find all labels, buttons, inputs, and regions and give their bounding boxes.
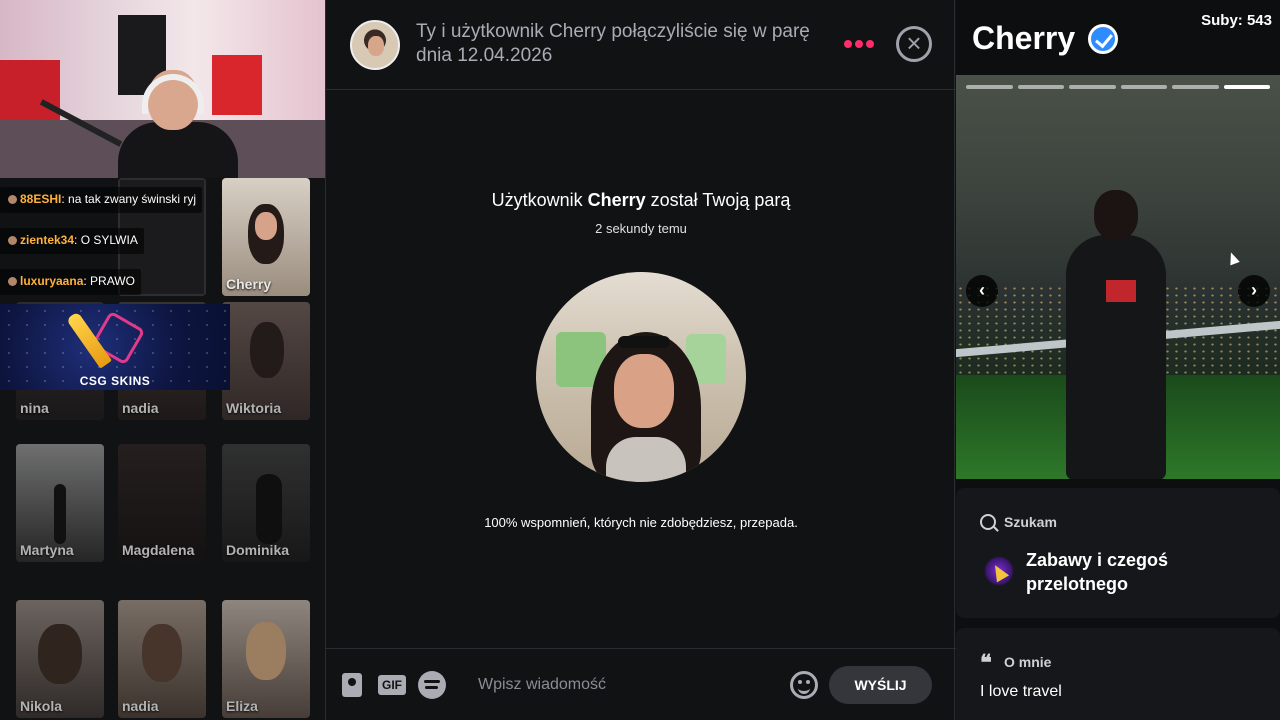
sponsor-banner: CSG SKINS	[0, 304, 230, 390]
profile-photo[interactable]	[956, 75, 1280, 479]
profile-name: nadia	[122, 400, 159, 416]
photo-progress-segment	[1223, 85, 1270, 89]
party-popper-icon	[984, 556, 1014, 586]
conversation-panel: Ty i użytkownik Cherry połączyliście się…	[325, 0, 956, 720]
previous-photo-button[interactable]: ‹	[966, 275, 998, 307]
chat-username: 88ESHI	[20, 192, 62, 206]
looking-for-label: Szukam	[1004, 514, 1057, 530]
conversation-header: Ty i użytkownik Cherry połączyliście się…	[326, 0, 956, 90]
close-icon[interactable]: ×	[896, 26, 932, 62]
stream-chat-message: luxuryaana: PRAWO	[0, 269, 141, 295]
match-announcement: Użytkownik Cherry został Twoją parą	[491, 190, 791, 210]
app-root: Cherry nina nadia Wiktoria Martyna Magda…	[0, 0, 1280, 720]
profile-name: Eliza	[226, 698, 258, 714]
profile-card-dominika[interactable]: Dominika	[222, 444, 310, 562]
profile-card-cherry[interactable]: Cherry	[222, 178, 310, 296]
match-name: Cherry	[587, 190, 646, 210]
profile-name: Nikola	[20, 698, 63, 714]
chat-text: na tak zwany świnski ryj	[68, 192, 197, 206]
profile-name: Martyna	[20, 542, 74, 558]
looking-for-value: Zabawy i czegoś przelotnego	[1026, 550, 1169, 594]
gif-button[interactable]: GIF	[378, 675, 406, 695]
chat-username: luxuryaana	[20, 274, 84, 288]
next-photo-button[interactable]: ›	[1238, 275, 1270, 307]
photo-progress-segment	[966, 85, 1013, 89]
message-input[interactable]	[478, 671, 778, 699]
match-timestamp: 2 sekundy temu	[595, 221, 687, 236]
chat-username: zientek34	[20, 233, 75, 247]
chat-badge-icon	[8, 195, 17, 204]
contact-card-icon[interactable]	[342, 673, 362, 697]
more-options-icon[interactable]	[844, 37, 876, 51]
profile-card-wiktoria[interactable]: Wiktoria	[222, 302, 310, 420]
stream-chat-message: 88ESHI: na tak zwany świnski ryj	[0, 187, 203, 213]
avatar[interactable]	[350, 20, 400, 70]
conversation-title: Ty i użytkownik Cherry połączyliście się…	[416, 21, 810, 66]
photo-progress-segment	[1017, 85, 1064, 89]
subscriber-count: Suby: 543	[1201, 12, 1272, 29]
spotify-icon[interactable]	[418, 671, 446, 699]
profile-name: Dominika	[226, 542, 290, 558]
chat-text: PRAWO	[90, 274, 135, 288]
photo-progress-segment	[1120, 85, 1167, 89]
chat-text: O SYLWIA	[80, 233, 138, 247]
left-panel: Cherry nina nadia Wiktoria Martyna Magda…	[0, 0, 325, 720]
photo-progress-segment	[1172, 85, 1219, 89]
profile-card-eliza[interactable]: Eliza	[222, 600, 310, 718]
profile-card-nikola[interactable]: Nikola	[16, 600, 104, 718]
profile-name: nina	[20, 400, 49, 416]
send-button[interactable]: WYŚLIJ	[829, 666, 932, 704]
looking-for-card: Szukam Zabawy i czegoś przelotnego	[956, 488, 1280, 618]
chat-badge-icon	[8, 277, 17, 286]
profile-name: Cherry	[972, 20, 1076, 56]
profile-card-martyna[interactable]: Martyna	[16, 444, 104, 562]
emoji-icon[interactable]	[790, 671, 818, 699]
message-composer: GIF WYŚLIJ	[326, 648, 956, 720]
verified-badge-icon	[1088, 24, 1118, 54]
profile-name: Cherry	[226, 276, 272, 292]
profile-panel: Cherry Suby: 543 ‹ › Szukam Zabawy i cze…	[956, 0, 1280, 720]
profile-name: Wiktoria	[226, 400, 282, 416]
chat-badge-icon	[8, 236, 17, 245]
about-label: O mnie	[1004, 654, 1052, 670]
streamer-webcam	[0, 0, 325, 178]
about-me-card: ❝ O mnie I love travel	[956, 628, 1280, 720]
search-icon	[980, 514, 996, 530]
about-text: I love travel	[980, 683, 1062, 700]
profile-name: Magdalena	[122, 542, 195, 558]
profile-name: nadia	[122, 698, 159, 714]
quote-icon: ❝	[980, 650, 992, 675]
match-photo	[536, 272, 746, 482]
profile-card-magdalena[interactable]: Magdalena	[118, 444, 206, 562]
stream-chat-message: zientek34: O SYLWIA	[0, 228, 144, 254]
profile-card-nadia-2[interactable]: nadia	[118, 600, 206, 718]
sponsor-brand: CSG SKINS	[79, 374, 151, 388]
photo-progress-segment	[1069, 85, 1116, 89]
match-quote: 100% wspomnień, których nie zdobędziesz,…	[484, 515, 798, 530]
photo-progress-bars	[966, 85, 1270, 89]
